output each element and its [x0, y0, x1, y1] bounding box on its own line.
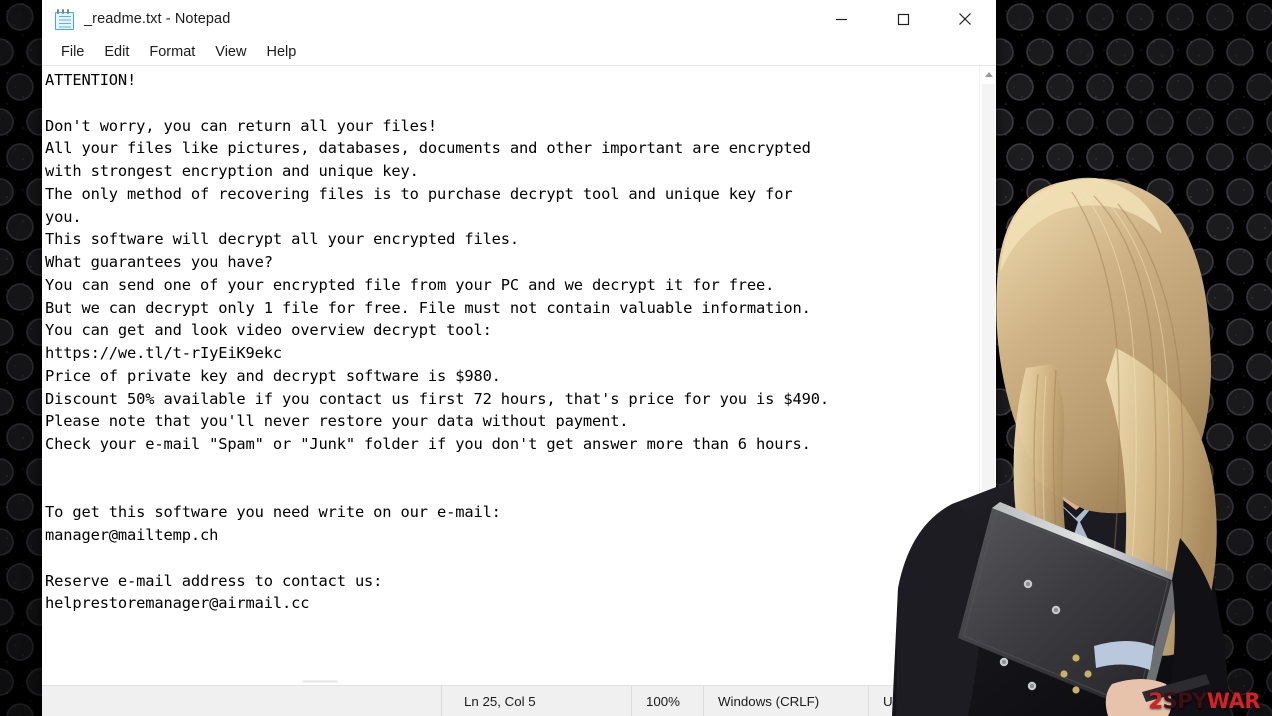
menu-item-edit[interactable]: Edit: [95, 41, 138, 63]
screenshot-root: _readme.txt - Notepad File Edit Format V…: [0, 0, 1272, 716]
minimize-icon[interactable]: [810, 0, 872, 38]
site-watermark: 2 SPY WAR: [1148, 691, 1260, 712]
editor-area: ATTENTION! Don't worry, you can return a…: [42, 66, 996, 685]
status-line-ending: Windows (CRLF): [703, 686, 868, 716]
menu-bar: File Edit Format View Help: [42, 38, 996, 66]
woman-photo: [880, 118, 1272, 716]
scroll-up-icon[interactable]: [980, 66, 996, 83]
ransom-note-text: ATTENTION! Don't worry, you can return a…: [45, 71, 829, 613]
title-bar[interactable]: _readme.txt - Notepad: [42, 0, 996, 38]
menu-item-format[interactable]: Format: [140, 41, 204, 63]
menu-item-view[interactable]: View: [206, 41, 255, 63]
text-editor[interactable]: ATTENTION! Don't worry, you can return a…: [42, 66, 979, 685]
close-icon[interactable]: [934, 0, 996, 38]
status-bar-spacer: [42, 686, 441, 716]
status-bar: Ln 25, Col 5 100% Windows (CRLF) UTF-8: [42, 685, 996, 716]
window-title: _readme.txt - Notepad: [84, 11, 231, 27]
watermark-part-1: 2: [1148, 689, 1163, 713]
watermark-part-2: SPY: [1162, 689, 1208, 713]
notepad-icon: [55, 8, 74, 30]
menu-item-help[interactable]: Help: [257, 41, 305, 63]
status-cursor-position: Ln 25, Col 5: [441, 686, 631, 716]
horizontal-scrollbar-thumb[interactable]: [302, 680, 338, 683]
menu-item-file[interactable]: File: [52, 41, 93, 63]
maximize-icon[interactable]: [872, 0, 934, 38]
status-zoom-level[interactable]: 100%: [631, 686, 703, 716]
notepad-window: _readme.txt - Notepad File Edit Format V…: [42, 0, 996, 716]
watermark-part-3: WAR: [1206, 689, 1261, 713]
window-controls: [810, 0, 996, 38]
